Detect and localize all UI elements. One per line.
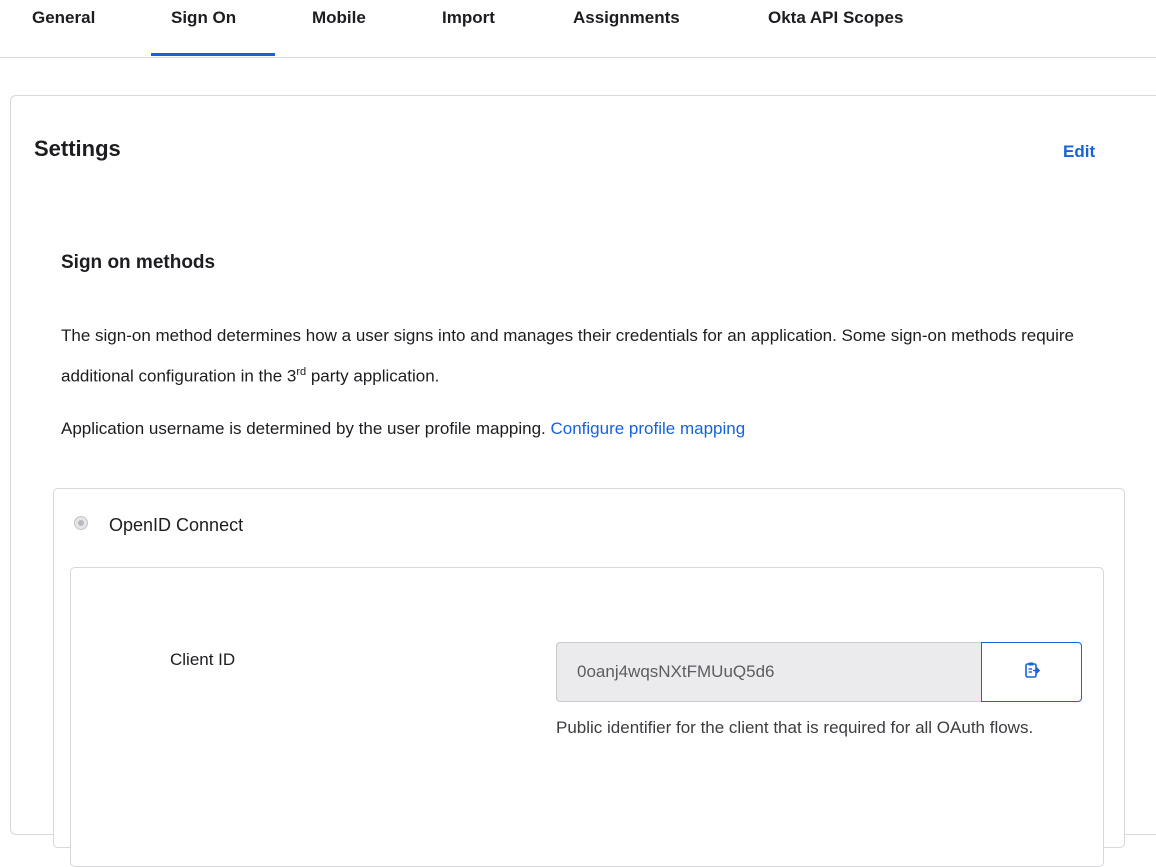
client-id-label: Client ID [170,650,236,669]
tab-general[interactable]: General [32,8,95,28]
client-id-help: Public identifier for the client that is… [556,718,1034,737]
settings-card: Settings Edit Sign on methods The sign-o… [10,95,1156,867]
tab-bar: General Sign On Mobile Import Assignment… [0,0,1156,58]
sign-on-methods-title: Sign on methods [61,252,216,273]
tab-okta-api-scopes[interactable]: Okta API Scopes [768,8,903,28]
client-credentials-panel: Client ID Public identifier for the clie… [70,567,1104,867]
client-id-field[interactable] [556,642,982,702]
settings-title: Settings [34,136,121,161]
openid-connect-label: OpenID Connect [109,515,244,535]
active-tab-indicator [151,53,275,56]
profile-mapping-text: Application username is determined by th… [61,419,746,438]
openid-connect-radio[interactable] [74,516,88,530]
copy-client-id-button[interactable] [981,642,1082,702]
tab-assignments[interactable]: Assignments [573,8,680,28]
tab-sign-on[interactable]: Sign On [171,8,236,28]
configure-profile-mapping-link[interactable]: Configure profile mapping [551,419,746,438]
tab-mobile[interactable]: Mobile [312,8,366,28]
tab-import[interactable]: Import [442,8,495,28]
edit-button[interactable]: Edit [1063,142,1095,162]
clipboard-copy-icon [1023,661,1041,684]
sign-on-methods-description: The sign-on method determines how a user… [61,326,1075,386]
sign-on-method-option: OpenID Connect Client ID Public identifi… [53,488,1125,867]
